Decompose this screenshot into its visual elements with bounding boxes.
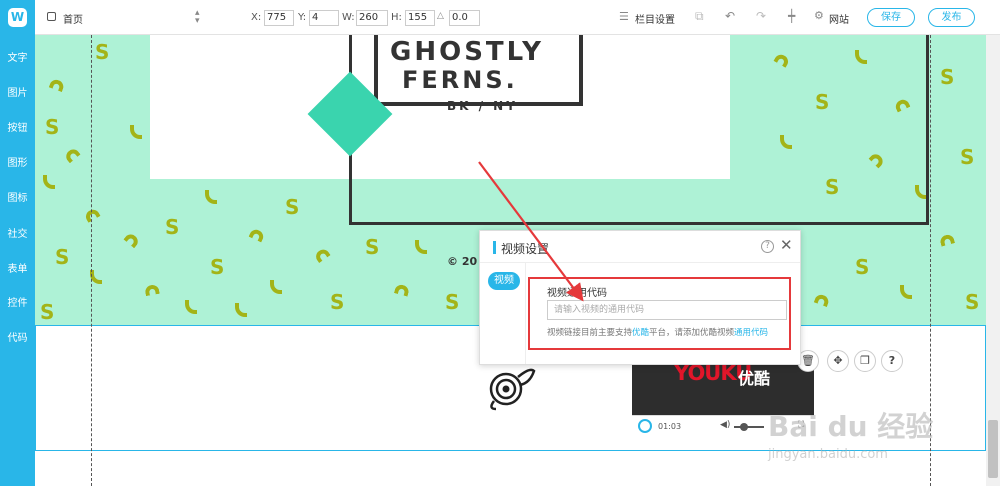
chevron-up-down-icon[interactable]: ▴ ▾ bbox=[195, 9, 200, 26]
rotate-icon: △ bbox=[437, 11, 444, 21]
pattern-shape bbox=[63, 146, 81, 164]
pattern-shape bbox=[130, 125, 142, 139]
page-menu-icon[interactable] bbox=[47, 12, 56, 21]
watermark-logo: Bai du 经验 bbox=[768, 410, 934, 443]
top-toolbar: 首页 ▴ ▾ X: 775 Y: 4 W: 260 H: 155 △ 0.0 ☰ … bbox=[35, 0, 1000, 35]
volume-knob[interactable] bbox=[740, 423, 748, 431]
pattern-shape bbox=[43, 175, 55, 189]
sidebar-item-shape[interactable]: 图形 bbox=[0, 157, 35, 171]
watermark-url: jingyan.baidu.com bbox=[768, 447, 888, 462]
rotate-input[interactable]: 0.0 bbox=[449, 10, 480, 26]
black-frame bbox=[349, 35, 929, 225]
dialog-tab-column: 视频 bbox=[480, 263, 526, 364]
pattern-shape: S bbox=[445, 290, 460, 314]
annotation-box bbox=[528, 277, 791, 350]
pattern-shape bbox=[415, 240, 427, 254]
copy-icon[interactable]: ⧉ bbox=[695, 9, 704, 24]
app-logo-icon[interactable]: W bbox=[8, 8, 27, 27]
pattern-shape bbox=[813, 292, 831, 308]
sidebar-item-code[interactable]: 代码 bbox=[0, 332, 35, 346]
page-select[interactable]: 首页 bbox=[63, 11, 83, 26]
x-label: X: bbox=[251, 12, 262, 23]
help-icon[interactable]: ? bbox=[761, 240, 774, 253]
pattern-shape: S bbox=[210, 255, 225, 279]
sidebar-item-image[interactable]: 图片 bbox=[0, 87, 35, 101]
vertical-scrollbar[interactable] bbox=[986, 35, 1000, 486]
undo-icon[interactable]: ↶ bbox=[725, 9, 735, 23]
help-icon[interactable]: ? bbox=[881, 350, 903, 372]
pattern-shape: S bbox=[365, 235, 380, 259]
pattern-shape bbox=[123, 231, 141, 249]
pattern-shape: S bbox=[55, 245, 70, 269]
copyright-text[interactable]: © 20 bbox=[447, 255, 477, 268]
w-label: W: bbox=[342, 12, 355, 23]
column-settings-button[interactable]: 栏目设置 bbox=[635, 11, 675, 26]
pattern-shape: S bbox=[965, 290, 980, 314]
pattern-shape bbox=[83, 207, 101, 223]
pattern-shape: S bbox=[330, 290, 345, 314]
pattern-shape bbox=[270, 280, 282, 294]
settings-icon[interactable]: ✥ bbox=[827, 350, 849, 372]
rose-icon[interactable] bbox=[484, 365, 536, 411]
y-input[interactable]: 4 bbox=[309, 10, 339, 26]
close-icon[interactable]: ✕ bbox=[780, 237, 793, 253]
dialog-title-accent bbox=[493, 241, 496, 254]
youku-logo-cn: 优酷 bbox=[738, 369, 771, 388]
left-sidebar: W 文字 图片 按钮 图形 图标 社交 表单 控件 代码 bbox=[0, 0, 35, 486]
sidebar-item-social[interactable]: 社交 bbox=[0, 228, 35, 242]
pattern-shape bbox=[248, 227, 266, 243]
save-button[interactable]: 保存 bbox=[867, 8, 915, 27]
pattern-shape: S bbox=[165, 215, 180, 239]
sidebar-item-form[interactable]: 表单 bbox=[0, 263, 35, 277]
h-label: H: bbox=[391, 12, 402, 23]
pattern-shape: S bbox=[45, 115, 60, 139]
sidebar-item-icon[interactable]: 图标 bbox=[0, 192, 35, 206]
h-input[interactable]: 155 bbox=[405, 10, 435, 26]
pattern-shape bbox=[48, 77, 66, 93]
sidebar-item-button[interactable]: 按钮 bbox=[0, 122, 35, 136]
pattern-shape: S bbox=[960, 145, 975, 169]
pattern-shape: S bbox=[940, 65, 955, 89]
y-label: Y: bbox=[298, 12, 307, 23]
align-icon[interactable]: ┿ bbox=[788, 9, 795, 23]
tab-video[interactable]: 视频 bbox=[488, 272, 520, 290]
pattern-shape: S bbox=[855, 255, 870, 279]
pattern-shape bbox=[938, 233, 956, 247]
redo-icon[interactable]: ↷ bbox=[756, 9, 766, 23]
pattern-shape: S bbox=[285, 195, 300, 219]
list-icon[interactable]: ☰ bbox=[619, 10, 629, 23]
dialog-title: 视频设置 bbox=[501, 242, 550, 256]
pattern-shape bbox=[235, 303, 247, 317]
copy-icon[interactable]: ❐ bbox=[854, 350, 876, 372]
dialog-header: 视频设置 ? ✕ bbox=[480, 231, 800, 263]
x-input[interactable]: 775 bbox=[264, 10, 294, 26]
sidebar-item-control[interactable]: 控件 bbox=[0, 297, 35, 311]
pattern-shape bbox=[144, 283, 160, 297]
pattern-shape: S bbox=[40, 300, 55, 324]
pattern-shape bbox=[900, 285, 912, 299]
pattern-shape: S bbox=[95, 40, 110, 64]
video-time: 01:03 bbox=[658, 422, 682, 431]
sidebar-item-text[interactable]: 文字 bbox=[0, 52, 35, 66]
gear-icon[interactable]: ⚙ bbox=[814, 9, 824, 22]
pattern-shape bbox=[393, 283, 411, 297]
volume-icon[interactable]: ◀) bbox=[720, 420, 730, 430]
pattern-shape bbox=[205, 190, 217, 204]
pattern-shape bbox=[313, 246, 331, 264]
site-button[interactable]: 网站 bbox=[829, 11, 849, 26]
play-icon[interactable] bbox=[638, 419, 652, 433]
scrollbar-thumb[interactable] bbox=[988, 420, 998, 478]
publish-button[interactable]: 发布 bbox=[928, 8, 975, 27]
w-input[interactable]: 260 bbox=[356, 10, 388, 26]
volume-slider[interactable] bbox=[734, 426, 764, 428]
pattern-shape bbox=[185, 300, 197, 314]
guide-line bbox=[91, 35, 92, 486]
